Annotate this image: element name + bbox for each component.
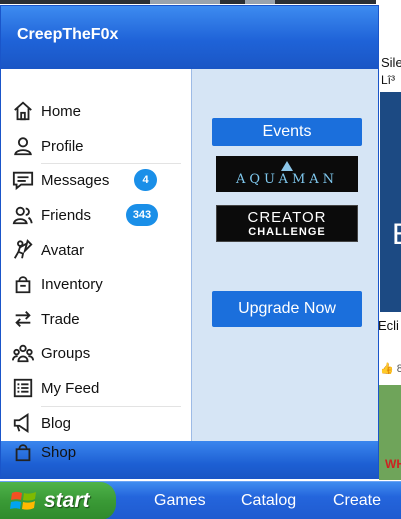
nav-item-inventory[interactable]: Inventory	[11, 269, 181, 299]
promo-title: CREATOR	[247, 208, 327, 226]
nav-item-my-feed[interactable]: My Feed	[11, 373, 181, 403]
nav-item-groups[interactable]: Groups	[11, 338, 181, 368]
background-text: Ecli	[378, 318, 399, 333]
menu-nav-column: Home Profile Messages 4 Friends 343 Avat…	[1, 69, 191, 441]
windows-flag-icon	[10, 489, 38, 513]
nav-item-messages[interactable]: Messages 4	[11, 165, 181, 195]
taskbar: start Games Catalog Create	[0, 481, 401, 519]
profile-icon	[11, 134, 35, 158]
feed-icon	[11, 376, 35, 400]
divider	[41, 406, 181, 407]
blog-icon	[11, 411, 35, 435]
creator-challenge-banner[interactable]: CREATOR CHALLENGE	[216, 205, 358, 242]
nav-item-profile[interactable]: Profile	[11, 131, 181, 161]
nav-item-shop[interactable]: Shop	[11, 437, 181, 467]
divider	[41, 163, 181, 164]
promo-title: AQUAMAN	[235, 172, 339, 187]
background-text: Sile	[381, 55, 401, 70]
home-icon	[11, 99, 35, 123]
avatar-icon	[11, 238, 35, 262]
nav-item-home[interactable]: Home	[11, 96, 181, 126]
nav-item-trade[interactable]: Trade	[11, 304, 181, 334]
page-top-strip	[0, 0, 401, 4]
nav-label: Profile	[41, 137, 84, 155]
start-label: start	[44, 489, 90, 512]
nav-label: Shop	[41, 443, 77, 461]
nav-label: Avatar	[41, 241, 85, 259]
aquaman-event-banner[interactable]: AQUAMAN	[216, 156, 358, 192]
username[interactable]: CreepTheF0x	[17, 26, 118, 44]
likes-count: 👍 8	[380, 363, 401, 375]
upgrade-now-button[interactable]: Upgrade Now	[212, 291, 362, 327]
nav-item-blog[interactable]: Blog	[11, 408, 181, 438]
thumbnail-text: WH	[385, 457, 401, 471]
nav-item-avatar[interactable]: Avatar	[11, 235, 181, 265]
friends-icon	[11, 203, 35, 227]
taskbar-link-games[interactable]: Games	[154, 492, 206, 510]
nav-label: Groups	[41, 344, 91, 362]
menu-header: CreepTheF0x	[1, 6, 378, 69]
thumbnail-letter: E	[392, 218, 401, 252]
screen: Sile Lî³ E Ecli 👍 8 WH CreepTheF0x Home …	[0, 0, 401, 519]
start-menu: CreepTheF0x Home Profile Messages 4 Frie…	[0, 5, 379, 479]
background-thumbnail[interactable]: E	[380, 92, 401, 312]
shop-icon	[11, 440, 35, 464]
start-button[interactable]: start	[0, 482, 116, 519]
nav-label: Inventory	[41, 275, 103, 293]
menu-promo-column: Events AQUAMAN CREATOR CHALLENGE Upgrade…	[191, 69, 378, 441]
nav-label: Messages	[41, 171, 110, 189]
taskbar-link-catalog[interactable]: Catalog	[241, 492, 296, 510]
trident-icon	[281, 161, 293, 171]
background-text: Lî³	[381, 73, 396, 87]
events-button[interactable]: Events	[212, 118, 362, 146]
background-thumbnail[interactable]: WH	[379, 385, 401, 480]
messages-badge: 4	[134, 169, 157, 191]
nav-item-friends[interactable]: Friends 343	[11, 200, 181, 230]
nav-label: My Feed	[41, 379, 100, 397]
trade-icon	[11, 307, 35, 331]
messages-icon	[11, 168, 35, 192]
taskbar-link-create[interactable]: Create	[333, 492, 381, 510]
nav-label: Friends	[41, 206, 92, 224]
inventory-icon	[11, 272, 35, 296]
nav-label: Home	[41, 102, 82, 120]
groups-icon	[11, 341, 35, 365]
nav-label: Trade	[41, 310, 80, 328]
nav-label: Blog	[41, 414, 72, 432]
promo-subtitle: CHALLENGE	[248, 225, 326, 238]
friends-badge: 343	[126, 204, 158, 226]
